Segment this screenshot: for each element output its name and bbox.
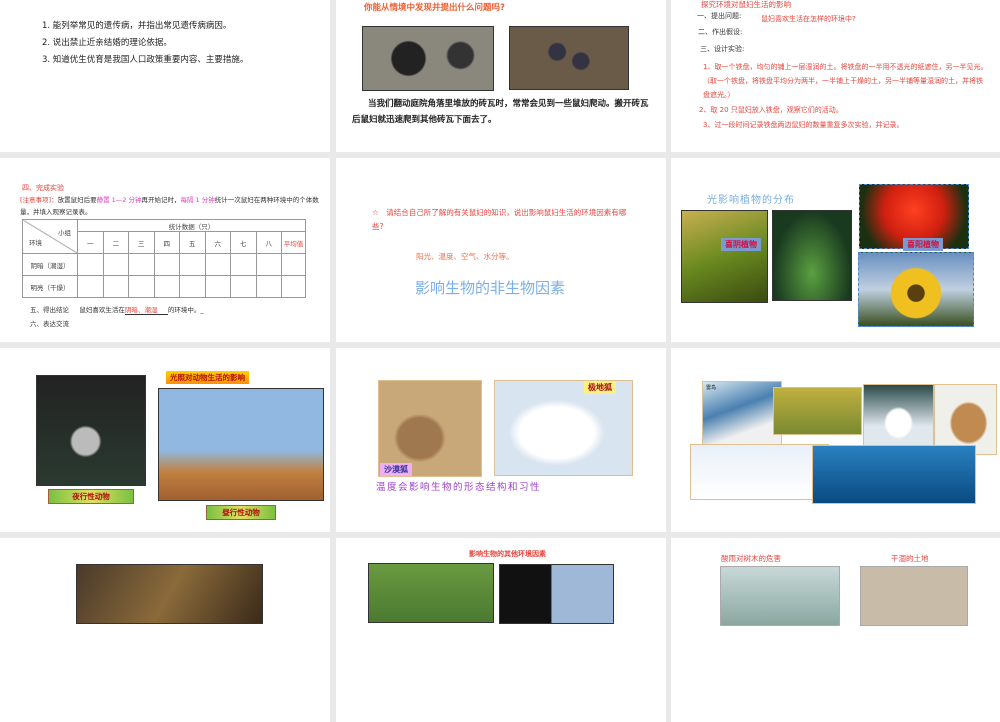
col-header: 二: [102, 231, 129, 254]
col-header: 八: [255, 231, 282, 254]
slide-question: ☆ 请结合自己所了解的有关鼠妇的知识，说出影响鼠妇生活的环境因素有哪些?: [372, 208, 627, 231]
arctic-fox-photo: [494, 380, 633, 476]
slide-thumbnail-7[interactable]: 光照对动物生活的影响 夜行性动物 昼行性动物: [0, 348, 330, 532]
dry-land-caption: 干涸的土地: [891, 554, 929, 563]
sun-plant-label: 喜阳植物: [903, 238, 943, 251]
conclusion-text: 的环境中。_: [167, 306, 204, 314]
cracked-land-photo: [860, 566, 968, 626]
answer-text: 阳光、温度、空气、水分等。: [416, 252, 514, 261]
conclusion-label: 五、得出结论: [30, 306, 69, 314]
slide-thumbnail-5[interactable]: ☆ 请结合自己所了解的有关鼠妇的知识，说出影响鼠妇生活的环境因素有哪些? 阳光、…: [336, 158, 666, 342]
objective-item: 3. 知道优生优育是我国人口政策重要内容、主要措施。: [42, 55, 249, 65]
conclusion-text: 鼠妇喜欢生活在: [79, 306, 125, 314]
arctic-fox-label: 极地狐: [584, 381, 616, 394]
woodlouse-group-photo: [509, 26, 629, 90]
experiment-step: 1、取一个铁盘，均匀的铺上一层湿润的土。将铁盘的一半用不透光的纸遮住，另一半见光…: [703, 63, 988, 99]
conclusion-line: 五、得出结论 鼠妇喜欢生活在阴暗、潮湿 的环境中。_: [30, 304, 204, 315]
opossum-photo: [36, 375, 146, 486]
col-header: 六: [204, 231, 231, 254]
note-label: [注意事项]：: [20, 196, 58, 204]
group-header: 统计数据（只）: [77, 219, 306, 232]
slide-thumbnail-4[interactable]: 四、完成实验 [注意事项]：放置鼠妇后要静置 1—2 分钟再开始记时，每隔 1 …: [0, 158, 330, 342]
fish-school-photo: [812, 445, 976, 504]
ptarmigan-map-photo: 雷鸟: [702, 381, 782, 449]
col-header: 三: [128, 231, 155, 254]
col-header-average: 平均值: [281, 231, 306, 254]
notes-text: [注意事项]：放置鼠妇后要静置 1—2 分钟再开始记时，每隔 1 分钟统计一次鼠…: [20, 194, 325, 218]
slide-thumbnail-11[interactable]: 影响生物的其他环境因素: [336, 538, 666, 722]
note-text: 放置鼠妇后要: [57, 196, 97, 204]
woodlouse-photo: [362, 26, 494, 91]
objective-item: 1. 能列举常见的遗传病，并指出常见遗传病病因。: [42, 21, 232, 31]
objective-item: 2. 说出禁止近亲结婚的理论依据。: [42, 38, 172, 48]
acid-rain-trees-photo: [720, 566, 840, 626]
note-text: 再开始记时，: [141, 196, 181, 204]
slide-thumbnail-6[interactable]: 光影响植物的分布 喜阴植物 喜阳植物: [671, 158, 1000, 342]
col-header: 四: [153, 231, 180, 254]
slide-title: 光影响植物的分布: [707, 195, 795, 206]
nocturnal-label: 夜行性动物: [48, 489, 134, 504]
experiment-step: 3、过一段时间记录铁盘两边鼠妇的数量重复多次实验，并记录。: [703, 121, 904, 129]
sunflower-photo: [858, 252, 974, 327]
slide-title: 光照对动物生活的影响: [166, 371, 249, 384]
diurnal-label: 昼行性动物: [206, 505, 276, 520]
leaves-photo: [368, 563, 494, 623]
col-header: 一: [77, 231, 104, 254]
slide-body-text: 当我们翻动庭院角落里堆放的砖瓦时，常常会见到一些鼠妇爬动。搬开砖瓦后鼠妇就迅速爬…: [352, 99, 649, 125]
experiment-step: 2、取 20 只鼠妇放入铁盘，观察它们的活动。: [699, 106, 843, 114]
shade-plant-photo: [681, 210, 768, 303]
fern-photo: [772, 210, 852, 301]
col-header: 五: [179, 231, 206, 254]
col-header: 七: [230, 231, 257, 254]
step-label: 一、提出问题:: [697, 12, 742, 20]
slide-thumbnail-10[interactable]: [0, 538, 330, 722]
slide-thumbnail-2[interactable]: 你能从情境中发现并提出什么问题吗? 当我们翻动庭院角落里堆放的砖瓦时，常常会见到…: [336, 0, 666, 152]
corner-header: 环境: [29, 238, 42, 247]
slide-question: 你能从情境中发现并提出什么问题吗?: [364, 3, 505, 13]
plant-specimen-photo: [499, 564, 614, 624]
swans-photo: [690, 444, 829, 500]
slide-thumbnail-8[interactable]: 沙漠狐 极地狐 温度会影响生物的形态结构和习性: [336, 348, 666, 532]
slide-thumbnail-12[interactable]: 酸雨对树木的危害 干涸的土地: [671, 538, 1000, 722]
conclusion-answer: 阴暗、潮湿: [124, 304, 168, 315]
observation-table: 小组环境 统计数据（只） 一二三四五六七八平均值 阴暗（潮湿） 明亮（干燥）: [22, 219, 306, 298]
slide-title: 探究环境对鼠妇生活的影响: [701, 0, 791, 9]
objectives-list: 1. 能列举常见的遗传病，并指出常见遗传病病因。 2. 说出禁止近亲结婚的理论依…: [42, 18, 248, 69]
slide-thumbnail-9[interactable]: 雷鸟: [671, 348, 1000, 532]
slide-thumbnail-1[interactable]: 1. 能列举常见的遗传病，并指出常见遗传病病因。 2. 说出禁止近亲结婚的理论依…: [0, 0, 330, 152]
step-label: 六、表达交流: [30, 320, 69, 328]
slide-title: 影响生物的非生物因素: [415, 279, 566, 297]
section-heading: 四、完成实验: [22, 184, 64, 192]
giraffe-photo: [158, 388, 324, 501]
acid-rain-caption: 酸雨对树木的危害: [721, 554, 781, 563]
animal-photo: [76, 564, 263, 624]
corner-header: 小组: [58, 228, 71, 237]
slide-caption: 温度会影响生物的形态结构和习性: [376, 482, 542, 493]
note-highlight: 静置 1—2 分钟: [96, 196, 142, 204]
map-label: 雷鸟: [706, 385, 717, 391]
bird-photo: [773, 387, 862, 435]
note-highlight: 每隔 1 分钟: [180, 196, 215, 204]
shade-plant-label: 喜阴植物: [721, 238, 761, 251]
step-label: 二、作出假设:: [698, 28, 743, 36]
slide-thumbnail-3[interactable]: 探究环境对鼠妇生活的影响 一、提出问题: 鼠妇喜欢生活在怎样的环境中? 二、作出…: [671, 0, 1000, 152]
slide-title: 影响生物的其他环境因素: [469, 550, 546, 558]
desert-fox-label: 沙漠狐: [380, 463, 412, 476]
row-header: 阴暗（潮湿）: [22, 253, 78, 276]
step-label: 三、设计实验:: [700, 45, 745, 53]
research-question: 鼠妇喜欢生活在怎样的环境中?: [761, 15, 856, 23]
row-header: 明亮（干燥）: [22, 275, 78, 298]
